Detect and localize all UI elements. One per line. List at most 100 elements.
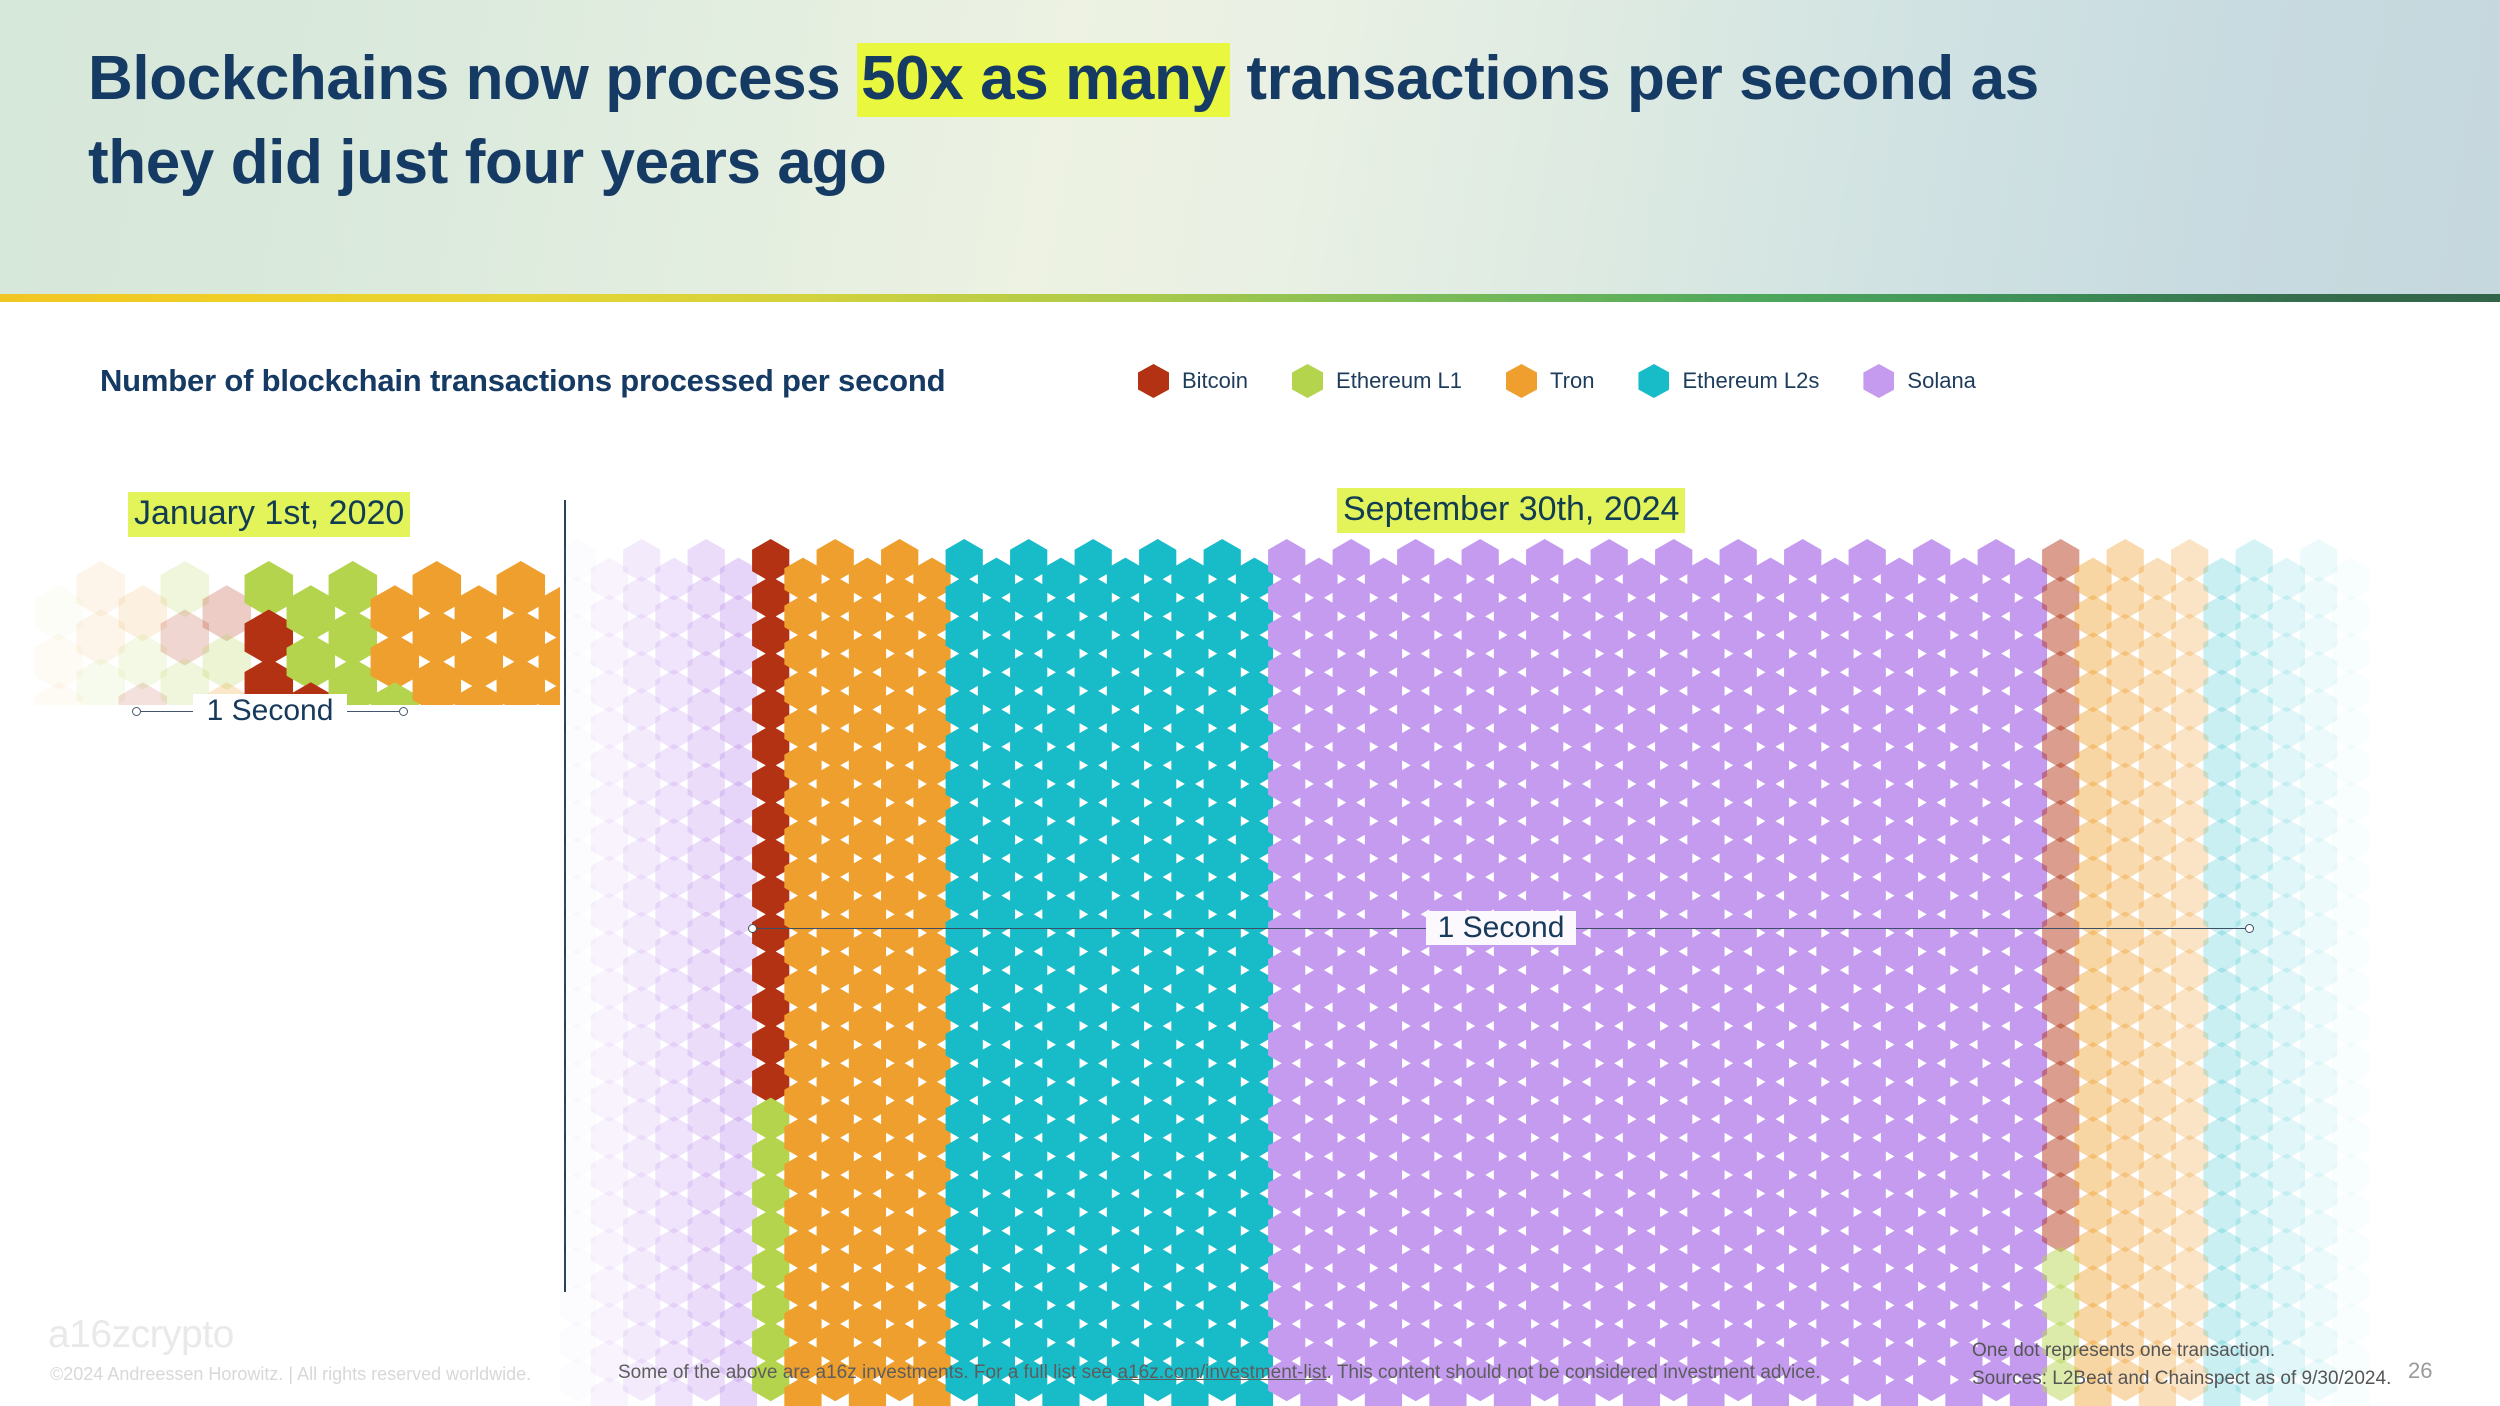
- hexagon-cell: [2138, 594, 2177, 638]
- hexagon-cell: [1655, 836, 1693, 880]
- hexagon-cell: [1139, 576, 1177, 620]
- hexagon-cell: [1816, 1004, 1854, 1048]
- hexagon-cell: [1235, 1302, 1274, 1346]
- hexagon-cell: [1558, 743, 1596, 787]
- hexagon-cell: [1913, 613, 1951, 657]
- hexagon-cell: [1010, 650, 1048, 694]
- hexagon-cell: [2203, 706, 2241, 750]
- hexagon-cell: [1268, 1060, 1306, 1104]
- hexagon-cell: [1042, 594, 1080, 638]
- hexagon-cell: [1139, 1246, 1177, 1290]
- hexagon-cell: [945, 650, 983, 694]
- hexagon-cell: [1913, 1023, 1951, 1067]
- hexagon-cell: [1880, 1153, 1919, 1197]
- hexagon-cell: [1945, 706, 1983, 750]
- hexagon-cell: [1719, 1134, 1757, 1178]
- hexagon-cell: [1010, 1246, 1048, 1290]
- hexagon-cell: [2203, 669, 2241, 713]
- hexagon-cell: [1687, 743, 1725, 787]
- hexagon-cell: [1139, 985, 1177, 1029]
- hexagon-cell: [1784, 539, 1822, 582]
- hexagon-cell: [752, 687, 790, 731]
- hexagon-cell: [1558, 818, 1596, 862]
- hexagon-cell: [1784, 762, 1822, 806]
- hexagon-cell: [2300, 1060, 2338, 1104]
- hexagon-cell: [1300, 1153, 1338, 1197]
- hexagon-cell: [1784, 1060, 1822, 1104]
- hexagon-cell: [913, 557, 951, 601]
- hexagon-cell: [1526, 1246, 1564, 1290]
- hexagon-cell: [1558, 1265, 1596, 1309]
- hexagon-cell: [752, 1172, 790, 1216]
- hexagon-cell: [1010, 836, 1048, 880]
- hexagon-cell: [2042, 687, 2080, 731]
- hexagon-cell: [2106, 650, 2144, 694]
- hexagon-cell: [1590, 650, 1628, 694]
- hexagon-cell: [913, 669, 951, 713]
- hexagon-cell: [1880, 818, 1919, 862]
- title-line-2: they did just four years ago: [88, 128, 887, 197]
- hexagon-cell: [1655, 948, 1693, 992]
- hexagon-cell: [623, 539, 661, 582]
- hexagon-cell: [1106, 818, 1145, 862]
- hexagon-cell: [1203, 1246, 1241, 1290]
- investment-list-link[interactable]: a16z.com/investment-list: [1118, 1362, 1327, 1383]
- hexagon-cell: [1332, 1097, 1370, 1141]
- hexagon-cell: [2332, 967, 2369, 1010]
- hexagon-cell: [1622, 781, 1661, 825]
- hexagon-cell: [687, 1172, 725, 1216]
- hexagon-cell: [881, 836, 919, 880]
- hexagon-cell: [913, 632, 951, 676]
- hexagon-cell: [1074, 576, 1112, 620]
- hexagon-cell: [655, 1041, 693, 1085]
- hexagon-cell: [2042, 539, 2080, 582]
- source-note: One dot represents one transaction. Sour…: [1972, 1337, 2391, 1392]
- hexagon-cell: [1719, 1283, 1757, 1327]
- hexagon-cell: [2171, 836, 2209, 880]
- hexagon-cell: [454, 682, 504, 705]
- hexagon-cell: [2300, 1097, 2338, 1141]
- hexagon-cell: [1010, 1172, 1048, 1216]
- hexagon-cell: [784, 818, 822, 862]
- hexagon-cell: [1848, 576, 1886, 620]
- hexagon-cell: [2267, 892, 2306, 936]
- hexagon-cell: [623, 799, 661, 843]
- hexagon-cell: [2042, 948, 2080, 992]
- hexagon-cell: [687, 1134, 725, 1178]
- hexagon-cell: [1719, 836, 1757, 880]
- hexagon-cell: [202, 633, 252, 690]
- hexagon-cell: [1880, 706, 1919, 750]
- hexagon-cell: [1719, 687, 1757, 731]
- hexagon-cell: [34, 633, 84, 690]
- hexagon-cell: [2074, 557, 2112, 601]
- hexagon-cell: [848, 1041, 887, 1085]
- hexagon-cell: [1171, 1227, 1209, 1271]
- hexagon-cell: [913, 1004, 951, 1048]
- hexagon-cell: [1300, 669, 1338, 713]
- hexagon-cell: [2009, 632, 2048, 676]
- hexagon-cell: [1332, 1283, 1370, 1327]
- hexagon-cell: [1526, 1321, 1564, 1365]
- hexagon-cell: [1977, 985, 2015, 1029]
- hexagon-cell: [560, 799, 596, 843]
- hexagon-cell: [1042, 706, 1080, 750]
- hexagon-cell: [1945, 855, 1983, 899]
- hexagon-cell: [560, 836, 596, 880]
- hexagon-cell: [1751, 1116, 1790, 1160]
- hexagon-cell: [977, 594, 1016, 638]
- hexagon-cell: [1074, 836, 1112, 880]
- hexagon-cell: [2074, 1265, 2112, 1309]
- hexagon-cell: [1429, 1078, 1467, 1122]
- hexagon-cell: [2267, 706, 2306, 750]
- hexagon-cell: [655, 1302, 693, 1346]
- hexagon-cell: [1332, 985, 1370, 1029]
- hexagon-cell: [1880, 781, 1919, 825]
- hexagon-cell: [977, 781, 1016, 825]
- hexagon-cell: [1977, 725, 2015, 769]
- hexagon-cell: [2074, 669, 2112, 713]
- hexagon-cell: [1171, 706, 1209, 750]
- hexagon-cell: [1397, 762, 1435, 806]
- hexagon-cell: [2203, 1153, 2241, 1197]
- hexagon-cell: [881, 1134, 919, 1178]
- hexagon-cell: [1816, 1153, 1854, 1197]
